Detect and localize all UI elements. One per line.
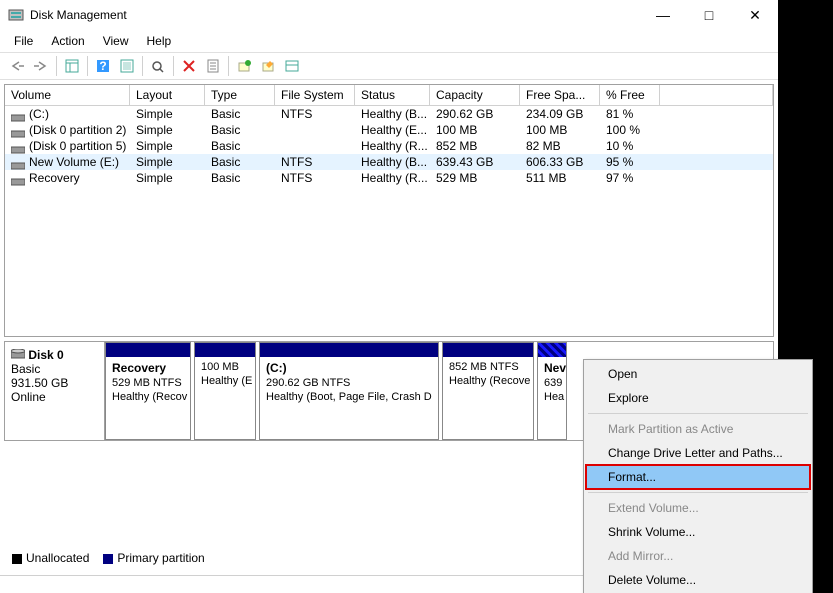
disk-label[interactable]: Disk 0 Basic 931.50 GB Online [5, 342, 105, 440]
properties-icon[interactable] [202, 55, 224, 77]
disk-management-icon [8, 7, 24, 23]
ctx-format[interactable]: Format... [586, 465, 810, 489]
partition[interactable]: (C:)290.62 GB NTFSHealthy (Boot, Page Fi… [259, 342, 439, 440]
disk-icon [11, 348, 25, 355]
volume-list: Volume Layout Type File System Status Ca… [4, 84, 774, 337]
help-button[interactable]: ? [92, 55, 114, 77]
titlebar: Disk Management — □ ✕ [0, 0, 778, 30]
col-capacity[interactable]: Capacity [430, 85, 520, 105]
partition[interactable]: 852 MB NTFSHealthy (Recove [442, 342, 534, 440]
col-pctfree[interactable]: % Free [600, 85, 660, 105]
legend-primary: Primary partition [103, 551, 204, 565]
partition[interactable]: 100 MBHealthy (E [194, 342, 256, 440]
drive-icon [11, 143, 25, 150]
menu-view[interactable]: View [95, 32, 137, 50]
svg-text:?: ? [99, 59, 106, 73]
edit-partition-icon[interactable] [257, 55, 279, 77]
toolbar: ? [0, 52, 778, 80]
maximize-button[interactable]: □ [686, 0, 732, 30]
ctx-add-mirror[interactable]: Add Mirror... [586, 544, 810, 568]
col-volume[interactable]: Volume [5, 85, 130, 105]
view-mode-icon[interactable] [281, 55, 303, 77]
minimize-button[interactable]: — [640, 0, 686, 30]
menu-file[interactable]: File [6, 32, 41, 50]
ctx-shrink[interactable]: Shrink Volume... [586, 520, 810, 544]
ctx-mark-active[interactable]: Mark Partition as Active [586, 417, 810, 441]
partition[interactable]: Nev639Hea [537, 342, 567, 440]
new-partition-icon[interactable] [233, 55, 255, 77]
legend-unallocated: Unallocated [12, 551, 89, 565]
ctx-change-drive-letter[interactable]: Change Drive Letter and Paths... [586, 441, 810, 465]
partition[interactable]: Recovery529 MB NTFSHealthy (Recov [105, 342, 191, 440]
menu-help[interactable]: Help [139, 32, 180, 50]
volume-row[interactable]: New Volume (E:)SimpleBasicNTFSHealthy (B… [5, 154, 773, 170]
disk-name: Disk 0 [28, 348, 63, 362]
drive-icon [11, 175, 25, 182]
ctx-extend[interactable]: Extend Volume... [586, 496, 810, 520]
volume-row[interactable]: (Disk 0 partition 2)SimpleBasicHealthy (… [5, 122, 773, 138]
menu-action[interactable]: Action [43, 32, 92, 50]
forward-button[interactable] [30, 55, 52, 77]
ctx-explore[interactable]: Explore [586, 386, 810, 410]
col-layout[interactable]: Layout [130, 85, 205, 105]
close-button[interactable]: ✕ [732, 0, 778, 30]
col-filesystem[interactable]: File System [275, 85, 355, 105]
volume-row[interactable]: RecoverySimpleBasicNTFSHealthy (R...529 … [5, 170, 773, 186]
volume-list-header: Volume Layout Type File System Status Ca… [5, 85, 773, 106]
ctx-delete[interactable]: Delete Volume... [586, 568, 810, 592]
show-hide-button[interactable] [61, 55, 83, 77]
col-status[interactable]: Status [355, 85, 430, 105]
window-title: Disk Management [30, 8, 640, 22]
disk-size: 931.50 GB [11, 376, 68, 390]
delete-icon[interactable] [178, 55, 200, 77]
drive-icon [11, 127, 25, 134]
drive-icon [11, 111, 25, 118]
context-menu: Open Explore Mark Partition as Active Ch… [583, 359, 813, 593]
disk-state: Online [11, 390, 46, 404]
settings-button[interactable] [116, 55, 138, 77]
volume-row[interactable]: (Disk 0 partition 5)SimpleBasicHealthy (… [5, 138, 773, 154]
ctx-open[interactable]: Open [586, 362, 810, 386]
disk-type: Basic [11, 362, 40, 376]
col-type[interactable]: Type [205, 85, 275, 105]
menubar: File Action View Help [0, 30, 778, 52]
volume-row[interactable]: (C:)SimpleBasicNTFSHealthy (B...290.62 G… [5, 106, 773, 122]
refresh-button[interactable] [147, 55, 169, 77]
drive-icon [11, 159, 25, 166]
col-freespace[interactable]: Free Spa... [520, 85, 600, 105]
back-button[interactable] [6, 55, 28, 77]
